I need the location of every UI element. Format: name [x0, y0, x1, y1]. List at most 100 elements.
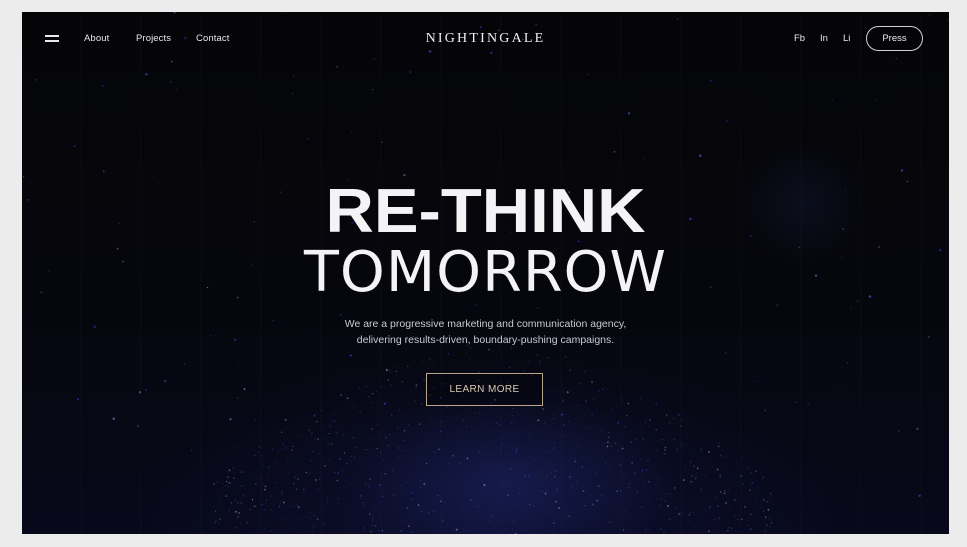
- particle: [375, 431, 376, 433]
- particle: [429, 358, 431, 360]
- particle: [512, 519, 514, 522]
- particle: [528, 360, 530, 363]
- particle: [770, 521, 773, 524]
- particle: [496, 531, 498, 533]
- particle: [277, 451, 279, 453]
- particle: [615, 406, 618, 408]
- particle: [628, 429, 630, 431]
- particle: [477, 428, 478, 430]
- particle: [281, 493, 283, 495]
- particle: [353, 517, 356, 519]
- particle: [698, 154, 702, 158]
- particle: [372, 515, 374, 518]
- particle: [395, 366, 398, 369]
- particle: [318, 453, 321, 456]
- press-button[interactable]: Press: [866, 26, 923, 51]
- particle: [270, 530, 273, 533]
- particle: [406, 401, 409, 403]
- particle: [564, 379, 566, 381]
- particle: [430, 416, 432, 418]
- particle: [591, 419, 592, 421]
- particle: [345, 494, 348, 497]
- particle: [287, 474, 289, 476]
- particle: [514, 532, 517, 534]
- learn-more-button[interactable]: LEARN MORE: [426, 373, 543, 406]
- particle: [678, 436, 680, 438]
- particle: [716, 468, 719, 471]
- particle: [452, 454, 454, 457]
- particle: [309, 474, 311, 475]
- particle: [218, 497, 220, 499]
- particle: [706, 501, 708, 503]
- particle: [329, 425, 332, 428]
- particle: [469, 499, 472, 501]
- particle: [564, 413, 566, 415]
- particle: [305, 471, 308, 474]
- particle: [639, 428, 642, 430]
- particle: [324, 463, 326, 465]
- particle: [401, 413, 404, 415]
- particle: [321, 410, 323, 412]
- particle: [282, 443, 284, 446]
- particle: [391, 444, 393, 446]
- particle: [681, 445, 682, 447]
- particle: [600, 428, 603, 431]
- particle: [724, 489, 726, 492]
- particle: [723, 492, 726, 494]
- particle: [522, 417, 524, 419]
- particle: [693, 530, 695, 532]
- particle: [442, 517, 444, 519]
- particle: [388, 369, 391, 372]
- particle: [437, 494, 439, 497]
- particle: [400, 531, 402, 533]
- particle: [239, 522, 241, 524]
- particle: [370, 530, 373, 533]
- particle: [656, 449, 658, 451]
- particle: [588, 409, 590, 412]
- particle: [317, 438, 320, 440]
- social-link-instagram[interactable]: In: [820, 32, 828, 46]
- particle: [501, 437, 504, 440]
- particle: [627, 112, 631, 115]
- social-link-linkedin[interactable]: Li: [843, 32, 850, 46]
- particle: [156, 519, 158, 521]
- social-link-facebook[interactable]: Fb: [794, 32, 805, 46]
- particle: [705, 466, 707, 468]
- particle: [509, 521, 510, 522]
- particle: [465, 353, 468, 355]
- particle: [610, 417, 612, 420]
- particle: [540, 501, 542, 503]
- particle: [663, 452, 666, 455]
- particle: [510, 421, 513, 424]
- particle: [289, 506, 291, 508]
- particle: [552, 391, 553, 393]
- particle: [661, 496, 663, 498]
- particle: [714, 497, 717, 499]
- particle: [462, 419, 465, 422]
- particle: [627, 495, 629, 497]
- particle: [368, 485, 371, 488]
- particle: [306, 516, 308, 518]
- particle: [349, 354, 352, 357]
- particle: [237, 502, 239, 504]
- brand-logo[interactable]: NIGHTINGALE: [22, 30, 949, 48]
- particle: [609, 521, 611, 524]
- particle: [540, 427, 542, 429]
- particle: [549, 451, 551, 454]
- particle: [708, 486, 711, 489]
- particle: [486, 523, 488, 525]
- particle: [542, 408, 544, 410]
- particle: [415, 458, 417, 461]
- particle: [307, 137, 310, 140]
- particle: [311, 502, 314, 504]
- particle: [372, 510, 375, 513]
- particle: [708, 505, 711, 508]
- particle: [261, 503, 263, 506]
- particle: [326, 499, 329, 502]
- particle: [510, 356, 511, 358]
- particle: [544, 424, 546, 426]
- particle: [340, 394, 342, 396]
- particle: [769, 526, 771, 528]
- particle: [716, 505, 719, 507]
- particle: [278, 529, 280, 531]
